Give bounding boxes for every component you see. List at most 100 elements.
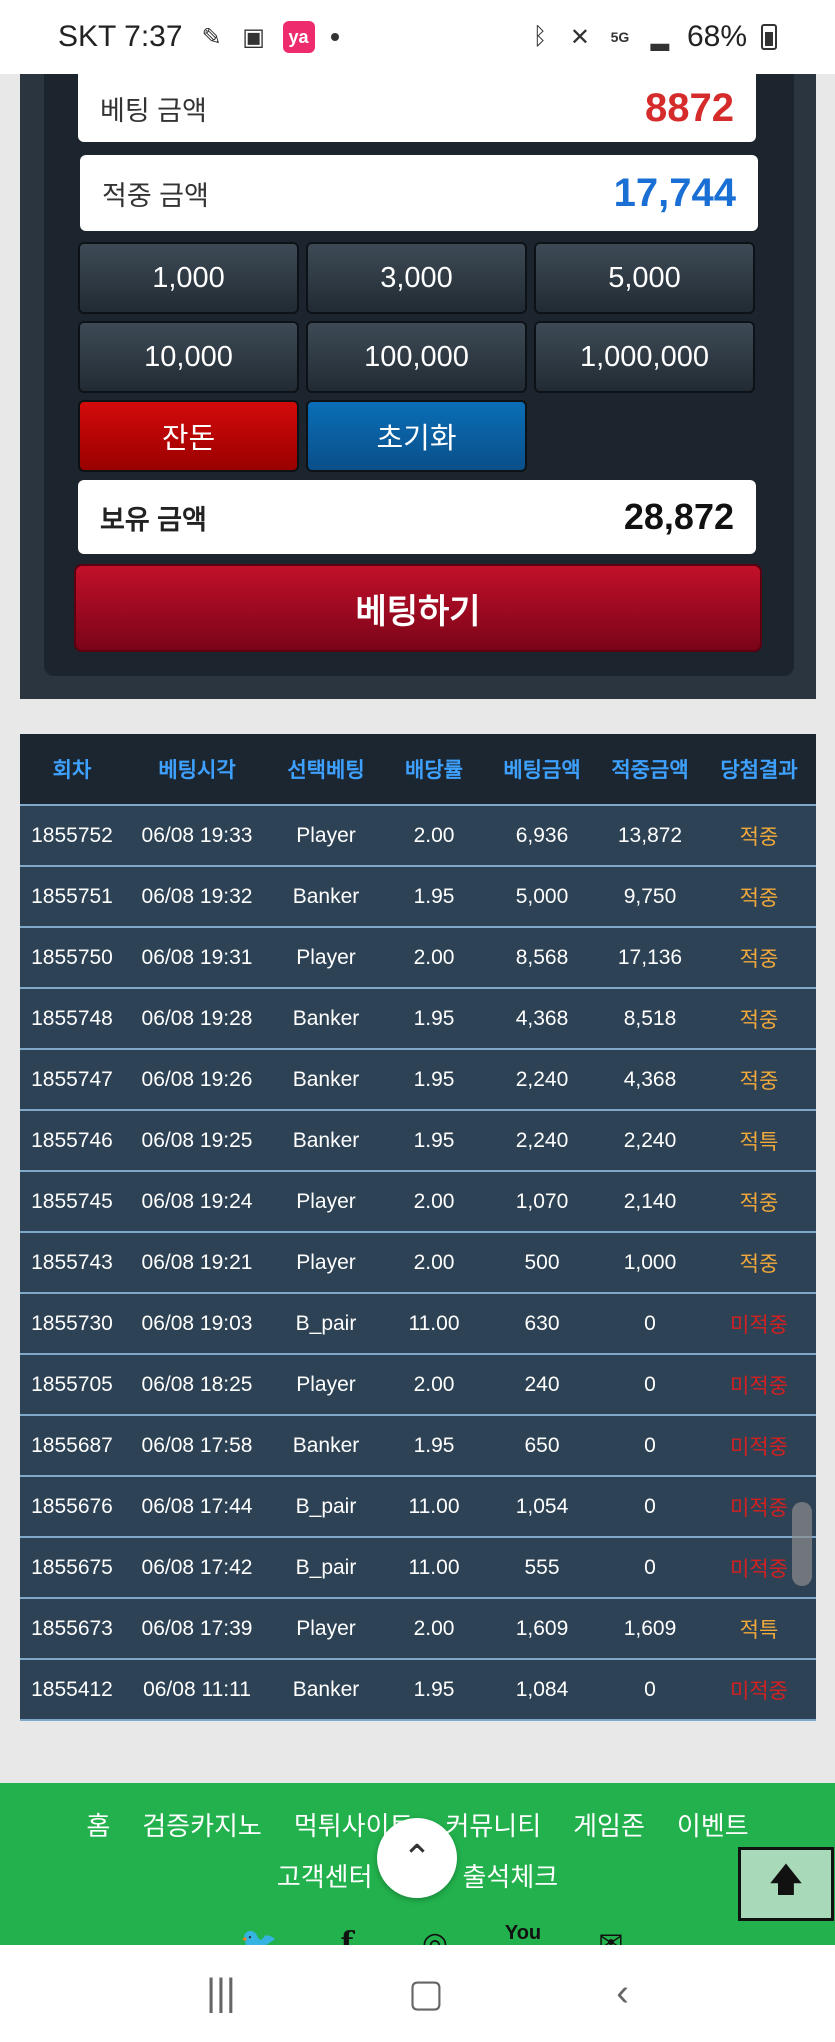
win-amount-value: 17,744: [613, 170, 736, 215]
cell-bet-amount: 1,054: [515, 1494, 569, 1518]
chip-1000-button[interactable]: 1,000: [78, 242, 299, 314]
cell-win-amount: 1,000: [623, 1250, 677, 1274]
youtube-icon[interactable]: You: [502, 1920, 544, 1945]
recent-apps-icon[interactable]: |||: [206, 1972, 236, 2015]
cell-win-amount: 2,140: [623, 1189, 677, 1213]
cell-result: 적중: [739, 1252, 779, 1276]
cell-bet-time: 06/08 18:25: [141, 1372, 253, 1396]
mail-icon[interactable]: ✉: [590, 1920, 632, 1945]
change-button[interactable]: 잔돈: [78, 400, 299, 472]
table-row: 1855752 06/08 19:33 Player 2.00 6,936 13,872 적…: [20, 806, 816, 867]
cell-odds: 1.95: [413, 1677, 455, 1701]
back-icon[interactable]: ‹: [616, 1972, 629, 2015]
facebook-icon[interactable]: f: [326, 1920, 368, 1945]
cell-bet-amount: 555: [524, 1555, 560, 1579]
cell-round: 1855751: [31, 884, 113, 908]
scroll-top-button[interactable]: 🡅: [738, 1847, 834, 1921]
twitter-icon[interactable]: 🐦: [238, 1920, 280, 1945]
home-icon[interactable]: ▢: [408, 1971, 444, 2016]
instagram-icon[interactable]: ◎: [414, 1920, 456, 1945]
mute-icon: ✕: [569, 23, 590, 51]
cell-round: 1855730: [31, 1311, 113, 1335]
scrollbar-thumb[interactable]: [792, 1502, 812, 1586]
table-row: 1855676 06/08 17:44 B_pair 11.00 1,054 0 미적중: [20, 1477, 816, 1538]
footer-link-attendance[interactable]: 출석체크: [463, 1857, 559, 1894]
reset-button[interactable]: 초기화: [306, 400, 527, 472]
pill-icon: ✎: [201, 23, 222, 51]
table-row: 1855751 06/08 19:32 Banker 1.95 5,000 9,750 적중: [20, 867, 816, 928]
cell-selection: Player: [296, 1189, 356, 1213]
cell-odds: 1.95: [413, 1067, 455, 1091]
cell-win-amount: 2,240: [623, 1128, 677, 1152]
cell-bet-time: 06/08 19:03: [141, 1311, 253, 1335]
cell-odds: 11.00: [408, 1494, 460, 1518]
table-row: 1855746 06/08 19:25 Banker 1.95 2,240 2,240 적특: [20, 1111, 816, 1172]
cell-bet-amount: 4,368: [515, 1006, 569, 1030]
table-row: 1855750 06/08 19:31 Player 2.00 8,568 17,136 적…: [20, 928, 816, 989]
chip-5000-button[interactable]: 5,000: [534, 242, 755, 314]
footer-link-home[interactable]: 홈: [86, 1806, 110, 1843]
cell-round: 1855748: [31, 1006, 113, 1030]
cell-bet-time: 06/08 19:21: [141, 1250, 253, 1274]
cell-round: 1855746: [31, 1128, 113, 1152]
battery-percent: 68%: [686, 20, 747, 53]
cell-bet-amount: 2,240: [515, 1128, 569, 1152]
scroll-top-float-button[interactable]: ⌃: [377, 1818, 457, 1898]
cell-odds: 2.00: [413, 1372, 455, 1396]
chip-1000000-button[interactable]: 1,000,000: [534, 321, 755, 393]
cell-result: 미적중: [730, 1374, 788, 1398]
hold-amount-label: 보유 금액: [100, 504, 207, 535]
chip-10000-button[interactable]: 10,000: [78, 321, 299, 393]
footer-link-community[interactable]: 커뮤니티: [445, 1806, 541, 1843]
bet-history-table: 회차 베팅시각 선택베팅 배당률 베팅금액 적중금액 당첨결과 1855752 0…: [20, 734, 816, 1721]
cell-win-amount: 17,136: [617, 945, 683, 969]
cell-round: 1855747: [31, 1067, 113, 1091]
footer-link-support[interactable]: 고객센터: [277, 1857, 373, 1894]
chip-100000-button[interactable]: 100,000: [306, 321, 527, 393]
cell-bet-time: 06/08 11:11: [143, 1677, 251, 1701]
notification-dot-icon: [330, 33, 339, 41]
cell-bet-time: 06/08 19:26: [141, 1067, 253, 1091]
cell-bet-amount: 650: [524, 1433, 560, 1457]
place-bet-button[interactable]: 베팅하기: [74, 564, 762, 652]
image-icon: ▣: [242, 23, 265, 51]
social-links: 🐦 f ◎ You ✉: [238, 1920, 632, 1945]
cell-bet-time: 06/08 19:25: [141, 1128, 253, 1152]
footer-link-events[interactable]: 이벤트: [677, 1806, 749, 1843]
cell-selection: Banker: [292, 884, 360, 908]
cell-bet-time: 06/08 17:58: [141, 1433, 253, 1457]
cell-win-amount: 1,609: [623, 1616, 677, 1640]
cell-round: 1855687: [31, 1433, 113, 1457]
cell-selection: Banker: [292, 1067, 360, 1091]
cell-bet-time: 06/08 17:42: [141, 1555, 253, 1579]
cell-odds: 11.00: [408, 1311, 460, 1335]
battery-icon: [761, 24, 777, 50]
cell-win-amount: 0: [644, 1494, 656, 1518]
table-row: 1855705 06/08 18:25 Player 2.00 240 0 미적중: [20, 1355, 816, 1416]
cell-bet-time: 06/08 19:28: [141, 1006, 253, 1030]
cell-win-amount: 0: [644, 1311, 656, 1335]
ya-app-icon: ya: [282, 21, 315, 53]
cell-round: 1855743: [31, 1250, 113, 1274]
cell-win-amount: 0: [644, 1433, 656, 1457]
cell-odds: 2.00: [413, 823, 455, 847]
cell-bet-amount: 630: [524, 1311, 560, 1335]
cell-selection: B_pair: [295, 1311, 357, 1335]
footer-link-game-zone[interactable]: 게임존: [573, 1806, 645, 1843]
cell-bet-time: 06/08 19:31: [141, 945, 253, 969]
cell-selection: B_pair: [295, 1555, 357, 1579]
cell-round: 1855705: [31, 1372, 113, 1396]
header-odds: 배당률: [405, 759, 463, 782]
cell-result: 적중: [739, 886, 779, 910]
footer-link-verified-casino[interactable]: 검증카지노: [142, 1806, 262, 1843]
cell-result: 적중: [739, 1191, 779, 1215]
cell-win-amount: 9,750: [623, 884, 677, 908]
status-left: SKT 7:37 ✎ ▣ ya: [58, 20, 339, 54]
cell-selection: Player: [296, 823, 356, 847]
cell-bet-time: 06/08 19:32: [141, 884, 253, 908]
chevron-up-icon: ⌃: [401, 1837, 433, 1878]
chip-3000-button[interactable]: 3,000: [306, 242, 527, 314]
bet-amount-field: 베팅 금액 8872: [78, 74, 756, 142]
cell-bet-time: 06/08 19:33: [141, 823, 253, 847]
carrier-time: SKT 7:37: [58, 20, 183, 53]
